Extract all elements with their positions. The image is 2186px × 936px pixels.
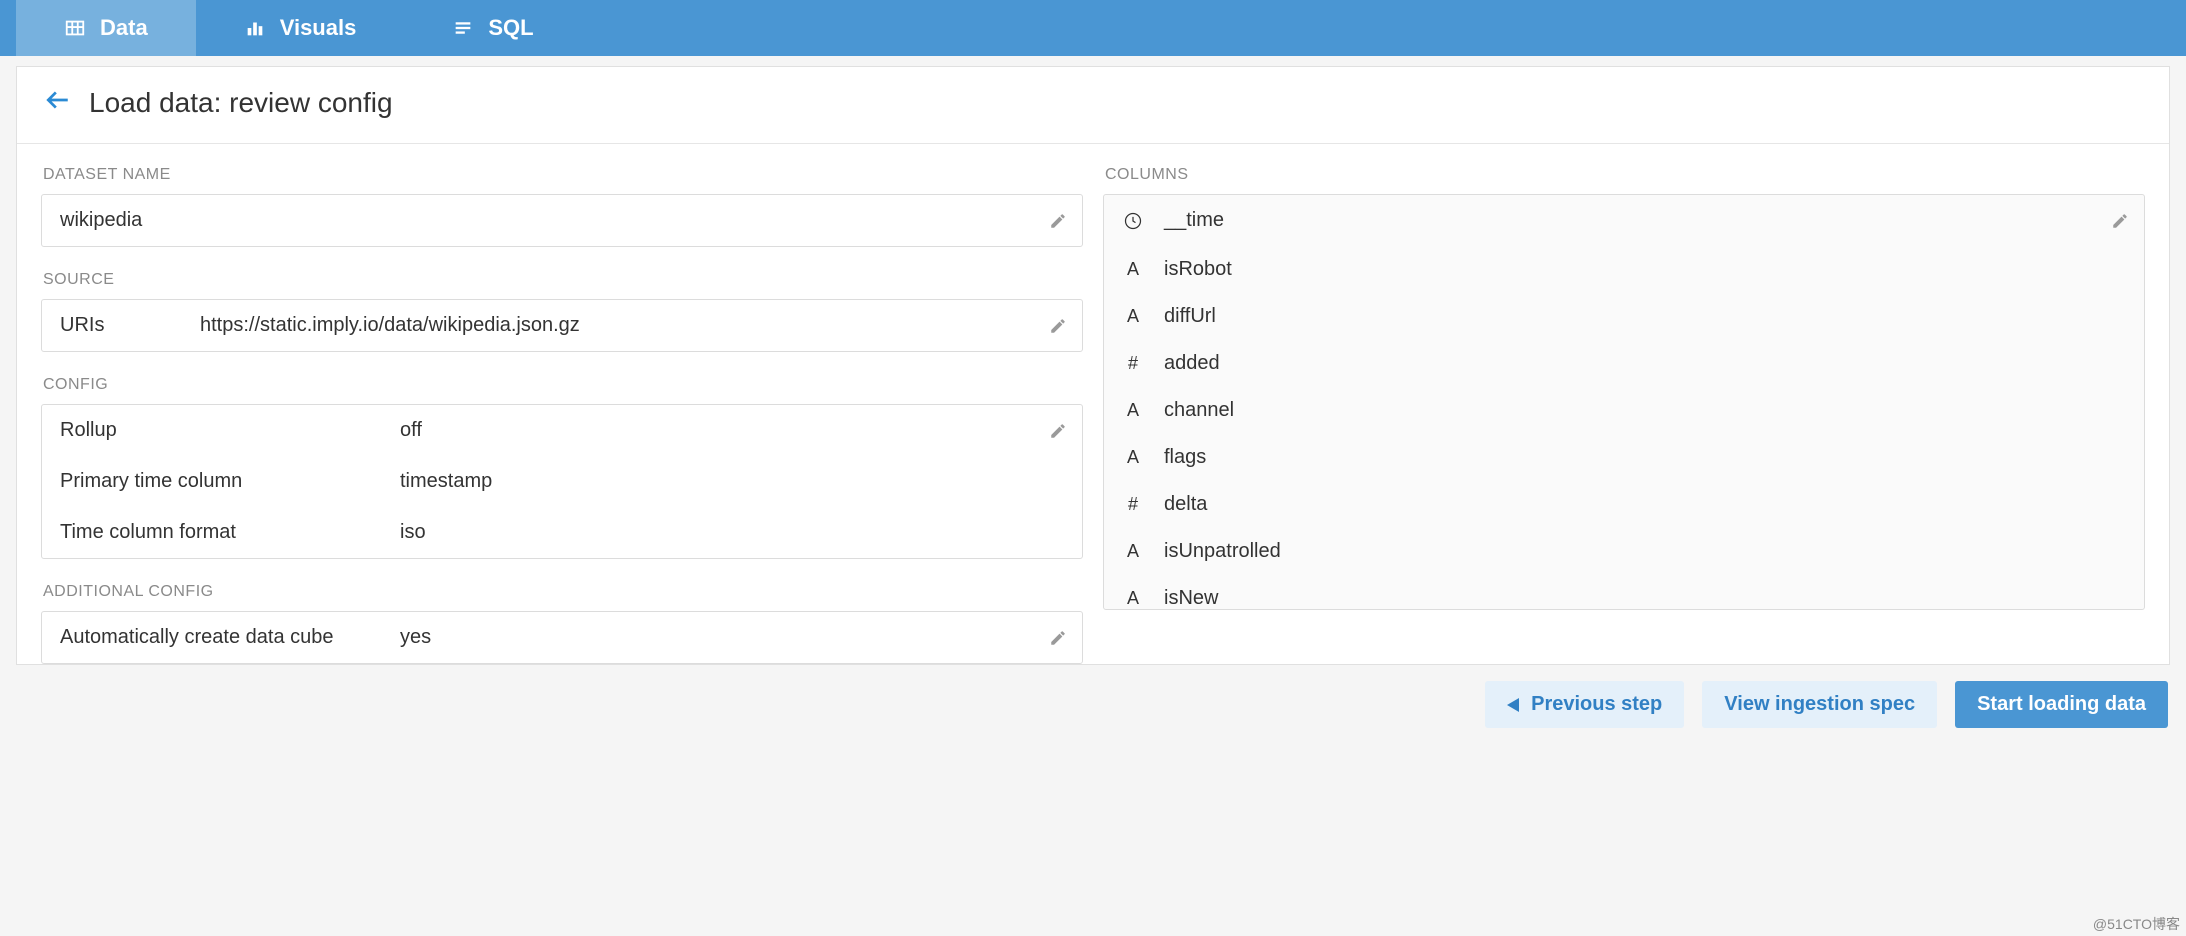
column-row-0[interactable]: __time: [1104, 195, 2144, 246]
dataset-name-row[interactable]: wikipedia: [42, 195, 1082, 246]
config-val-2: iso: [400, 521, 1064, 544]
config-val-0: off: [400, 419, 1064, 442]
footer-actions: Previous step View ingestion spec Start …: [0, 665, 2186, 738]
column-name-5: flags: [1164, 446, 1206, 469]
config-label: CONFIG: [43, 376, 1081, 394]
column-row-6[interactable]: # delta: [1104, 481, 2144, 528]
column-row-3[interactable]: # added: [1104, 340, 2144, 387]
table-icon: [64, 17, 86, 39]
pencil-icon: [1049, 629, 1067, 647]
top-nav: Data Visuals SQL: [0, 0, 2186, 56]
number-type-icon: #: [1122, 353, 1144, 374]
config-val-1: timestamp: [400, 470, 1064, 493]
tab-sql[interactable]: SQL: [404, 0, 581, 56]
config-key-0: Rollup: [60, 419, 400, 442]
page-header: Load data: review config: [17, 67, 2169, 144]
text-type-icon: A: [1122, 306, 1144, 327]
tab-sql-label: SQL: [488, 15, 533, 41]
column-row-7[interactable]: AisUnpatrolled: [1104, 528, 2144, 575]
additional-row-0[interactable]: Automatically create data cube yes: [42, 612, 1082, 663]
column-row-8[interactable]: AisNew: [1104, 575, 2144, 610]
columns-card: __time AisRobot AdiffUrl # added Achannel…: [1103, 194, 2145, 610]
watermark: @51CTO博客: [2093, 914, 2180, 934]
dataset-name-value: wikipedia: [60, 209, 142, 232]
source-card: URIs https://static.imply.io/data/wikipe…: [41, 299, 1083, 352]
column-name-3: added: [1164, 352, 1220, 375]
text-type-icon: A: [1122, 588, 1144, 609]
start-loading-data-label: Start loading data: [1977, 693, 2146, 716]
dataset-name-card: wikipedia: [41, 194, 1083, 247]
arrow-left-icon: [1507, 698, 1519, 712]
additional-val-0: yes: [400, 626, 1064, 649]
column-row-2[interactable]: AdiffUrl: [1104, 293, 2144, 340]
text-type-icon: A: [1122, 400, 1144, 421]
column-name-4: channel: [1164, 399, 1234, 422]
text-type-icon: A: [1122, 447, 1144, 468]
view-ingestion-spec-label: View ingestion spec: [1724, 693, 1915, 716]
column-row-5[interactable]: Aflags: [1104, 434, 2144, 481]
pencil-icon: [1049, 212, 1067, 230]
config-row-1[interactable]: Primary time column timestamp: [42, 456, 1082, 507]
source-label: SOURCE: [43, 271, 1081, 289]
column-name-8: isNew: [1164, 587, 1218, 610]
start-loading-data-button[interactable]: Start loading data: [1955, 681, 2168, 728]
config-key-2: Time column format: [60, 521, 400, 544]
edit-source[interactable]: [1044, 312, 1072, 340]
pencil-icon: [1049, 317, 1067, 335]
pencil-icon: [1049, 422, 1067, 440]
back-arrow-icon: [45, 87, 71, 113]
tab-data[interactable]: Data: [16, 0, 196, 56]
list-icon: [452, 17, 474, 39]
column-name-1: isRobot: [1164, 258, 1232, 281]
previous-step-label: Previous step: [1531, 693, 1662, 716]
columns-panel: COLUMNS __time AisRobot AdiffUrl # added …: [1103, 160, 2145, 664]
number-type-icon: #: [1122, 494, 1144, 515]
edit-dataset-name[interactable]: [1044, 207, 1072, 235]
source-value: https://static.imply.io/data/wikipedia.j…: [200, 314, 1064, 337]
pencil-icon: [2111, 212, 2129, 230]
tab-visuals[interactable]: Visuals: [196, 0, 405, 56]
edit-config[interactable]: [1044, 417, 1072, 445]
column-name-2: diffUrl: [1164, 305, 1216, 328]
source-row[interactable]: URIs https://static.imply.io/data/wikipe…: [42, 300, 1082, 351]
edit-columns[interactable]: [2106, 207, 2134, 235]
config-row-2[interactable]: Time column format iso: [42, 507, 1082, 558]
additional-config-label: ADDITIONAL CONFIG: [43, 583, 1081, 601]
column-name-7: isUnpatrolled: [1164, 540, 1281, 563]
left-panel: DATASET NAME wikipedia SOURCE URIs https…: [41, 160, 1083, 664]
columns-label: COLUMNS: [1105, 166, 2143, 184]
column-name-6: delta: [1164, 493, 1207, 516]
back-button[interactable]: [45, 87, 71, 119]
edit-additional-config[interactable]: [1044, 624, 1072, 652]
text-type-icon: A: [1122, 541, 1144, 562]
source-type: URIs: [60, 314, 200, 337]
additional-key-0: Automatically create data cube: [60, 626, 400, 649]
page-body: Load data: review config DATASET NAME wi…: [16, 66, 2170, 665]
clock-icon: [1122, 211, 1144, 231]
tab-data-label: Data: [100, 15, 148, 41]
view-ingestion-spec-button[interactable]: View ingestion spec: [1702, 681, 1937, 728]
config-key-1: Primary time column: [60, 470, 400, 493]
column-name-0: __time: [1164, 209, 1224, 232]
dataset-name-label: DATASET NAME: [43, 166, 1081, 184]
previous-step-button[interactable]: Previous step: [1485, 681, 1684, 728]
config-row-0[interactable]: Rollup off: [42, 405, 1082, 456]
tab-visuals-label: Visuals: [280, 15, 357, 41]
config-card: Rollup off Primary time column timestamp…: [41, 404, 1083, 559]
page-title: Load data: review config: [89, 87, 393, 119]
additional-config-card: Automatically create data cube yes: [41, 611, 1083, 664]
text-type-icon: A: [1122, 259, 1144, 280]
column-row-4[interactable]: Achannel: [1104, 387, 2144, 434]
bar-chart-icon: [244, 17, 266, 39]
column-row-1[interactable]: AisRobot: [1104, 246, 2144, 293]
